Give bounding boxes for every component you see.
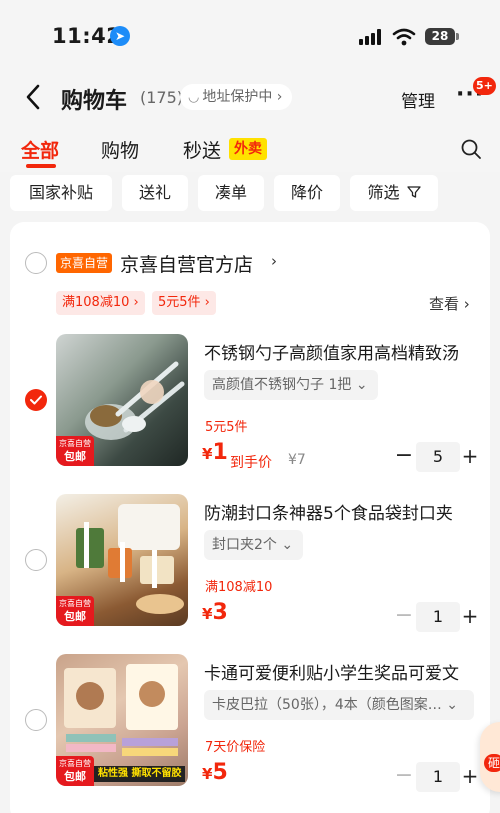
increase-button[interactable]: + (460, 442, 480, 472)
chip-national-subsidy[interactable]: 国家补贴 (10, 175, 112, 211)
view-label: 查看 (429, 295, 460, 313)
spec-selector[interactable]: 卡皮巴拉（50张），4本（颜色图案… ⌄ (204, 690, 474, 720)
coupon-tag[interactable]: 满108减10 › (56, 291, 145, 315)
store-logo-badge: 京喜自营 (56, 253, 113, 273)
chevron-down-icon: ⌄ (355, 377, 368, 393)
increase-button[interactable]: + (460, 762, 480, 792)
self-operated-badge: 京喜自营 包邮 (56, 756, 94, 786)
product-feature-strip: 粘性强 撕取不留胶 (94, 766, 186, 782)
coupon-tag[interactable]: 5元5件 › (152, 291, 216, 315)
promo-label: 7天价保险 (205, 740, 266, 755)
increase-button[interactable]: + (460, 602, 480, 632)
store-name[interactable]: 京喜自营官方店 (120, 250, 253, 277)
spec-label: 卡皮巴拉（50张），4本（颜色图案… (212, 697, 442, 713)
quantity-stepper: − 1 + (394, 602, 480, 632)
spec-selector[interactable]: 高颜值不锈钢勺子 1把 ⌄ (204, 370, 378, 400)
chevron-right-icon[interactable]: › (271, 252, 277, 270)
price: ¥1 (202, 440, 228, 465)
floating-promo-bubble[interactable]: 砸 (480, 722, 500, 792)
chevron-down-icon: ⌄ (446, 697, 458, 713)
product-name[interactable]: 卡通可爱便利贴小学生奖品可爱文 (204, 659, 490, 684)
filter-chips: 国家补贴 送礼 凑单 降价 筛选 (0, 175, 500, 213)
product-image[interactable]: 京喜自营 包邮 (56, 494, 188, 626)
message-badge: 5+ (473, 77, 496, 95)
item-select-checkbox[interactable] (25, 389, 47, 411)
decrease-button[interactable]: − (394, 762, 414, 792)
promo-label: 满108减10 (205, 580, 273, 595)
product-image[interactable]: 京喜自营 包邮 粘性强 撕取不留胶 (56, 654, 188, 786)
chip-price-drop[interactable]: 降价 (274, 175, 340, 211)
battery-indicator: 28 (425, 28, 459, 45)
chip-add-on[interactable]: 凑单 (198, 175, 264, 211)
product-name[interactable]: 不锈钢勺子高颜值家用高档精致汤 (204, 339, 490, 364)
store-card: 京喜自营 京喜自营官方店 › 满108减10 › 5元5件 › 查看 › 京喜自… (10, 222, 490, 813)
quantity-stepper: − 1 + (394, 762, 480, 792)
quantity-value[interactable]: 5 (416, 442, 460, 472)
search-icon[interactable] (460, 138, 482, 160)
tab-bar: 全部 购物 秒送 外卖 (0, 124, 500, 172)
chip-gift[interactable]: 送礼 (122, 175, 188, 211)
floating-promo-label: 砸 (484, 754, 500, 772)
chevron-right-icon: › (276, 89, 283, 105)
chip-filter[interactable]: 筛选 (350, 175, 438, 211)
location-arrow-icon: ➤ (110, 26, 130, 46)
self-operated-badge: 京喜自营 包邮 (56, 596, 94, 626)
page-title: 购物车 (61, 89, 128, 114)
hand-price-label: 到手价 (230, 455, 272, 471)
self-operated-badge: 京喜自营 包邮 (56, 436, 94, 466)
cart-item: 京喜自营 包邮 防潮封口条神器5个食品袋封口夹 封口夹2个 ⌄ 满108减10 ¥… (10, 494, 490, 644)
product-image[interactable]: 京喜自营 包邮 (56, 334, 188, 466)
coupon-label: 5元5件 (158, 295, 201, 310)
cart-count: (175) (140, 88, 184, 107)
tab-instant-delivery[interactable]: 秒送 (183, 136, 221, 163)
quantity-stepper: − 5 + (394, 442, 480, 472)
original-price: ¥7 (288, 452, 306, 468)
product-name[interactable]: 防潮封口条神器5个食品袋封口夹 (204, 499, 490, 524)
spec-label: 封口夹2个 (212, 537, 277, 553)
cellular-signal-icon (359, 29, 383, 45)
address-protection-pill[interactable]: ◡ 地址保护中 › (180, 84, 293, 110)
wifi-icon (392, 28, 416, 46)
active-tab-indicator (26, 164, 56, 168)
quantity-value[interactable]: 1 (416, 762, 460, 792)
promo-label: 5元5件 (205, 420, 248, 435)
chevron-down-icon: ⌄ (281, 537, 294, 553)
item-select-checkbox[interactable] (25, 549, 47, 571)
view-link[interactable]: 查看 › (429, 293, 470, 314)
spec-selector[interactable]: 封口夹2个 ⌄ (204, 530, 304, 560)
cart-item: 京喜自营 包邮 粘性强 撕取不留胶 卡通可爱便利贴小学生奖品可爱文 卡皮巴拉（50… (10, 654, 490, 804)
cart-item: 京喜自营 包邮 不锈钢勺子高颜值家用高档精致汤 高颜值不锈钢勺子 1把 ⌄ 5元5… (10, 334, 490, 484)
food-delivery-badge[interactable]: 外卖 (229, 138, 267, 160)
chip-filter-label: 筛选 (367, 183, 400, 202)
item-select-checkbox[interactable] (25, 709, 47, 731)
coupon-label: 满108减10 (62, 295, 130, 310)
quantity-value[interactable]: 1 (416, 602, 460, 632)
manage-button[interactable]: 管理 (401, 87, 435, 112)
header-bar: 购物车 (175) ◡ 地址保护中 › 管理 ··· 5+ (0, 72, 500, 124)
tab-all[interactable]: 全部 (21, 136, 59, 163)
price: ¥3 (202, 600, 228, 625)
decrease-button[interactable]: − (394, 602, 414, 632)
price: ¥5 (202, 760, 228, 785)
shield-icon: ◡ (188, 90, 200, 105)
back-arrow-icon[interactable] (22, 82, 46, 112)
status-bar: 11:42 ➤ 28 (0, 0, 500, 72)
tab-shopping[interactable]: 购物 (101, 136, 139, 163)
address-protection-label: 地址保护中 (202, 89, 273, 105)
decrease-button[interactable]: − (394, 442, 414, 472)
spec-label: 高颜值不锈钢勺子 1把 (212, 377, 352, 393)
store-select-checkbox[interactable] (25, 252, 47, 274)
filter-icon (406, 186, 421, 198)
